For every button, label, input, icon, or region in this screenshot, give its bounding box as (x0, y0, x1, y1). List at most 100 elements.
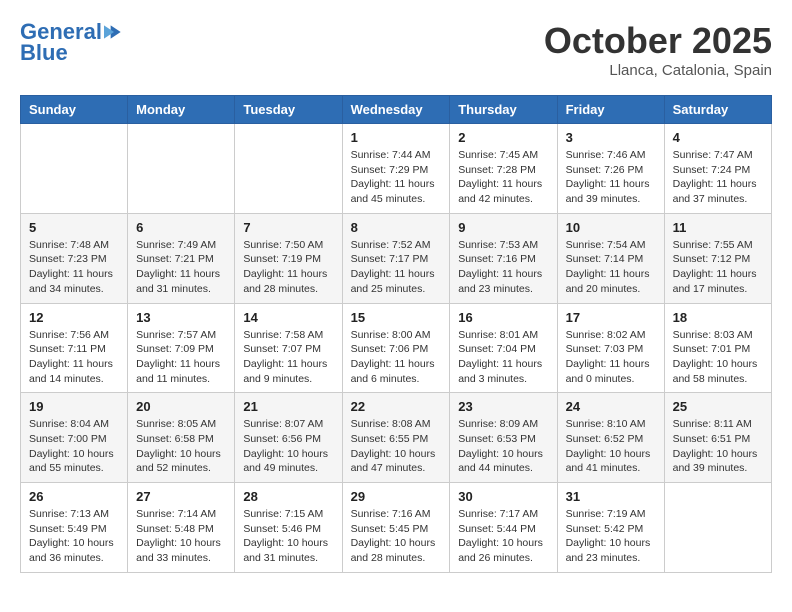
day-info: Sunrise: 7:55 AM Sunset: 7:12 PM Dayligh… (673, 238, 763, 297)
day-info: Sunrise: 7:45 AM Sunset: 7:28 PM Dayligh… (458, 148, 548, 207)
day-info: Sunrise: 7:14 AM Sunset: 5:48 PM Dayligh… (136, 507, 226, 566)
calendar-cell: 16Sunrise: 8:01 AM Sunset: 7:04 PM Dayli… (450, 303, 557, 393)
day-number: 17 (566, 310, 656, 325)
calendar-cell: 13 Sunrise: 7:57 AM Sunset: 7:09 PM Dayli… (128, 303, 235, 393)
day-info: Sunrise: 7:58 AM Sunset: 7:07 PM Dayligh… (243, 328, 333, 387)
day-info: Sunrise: 7:50 AM Sunset: 7:19 PM Dayligh… (243, 238, 333, 297)
day-number: 13 (136, 310, 226, 325)
day-number: 21 (243, 399, 333, 414)
day-info: Sunrise: 7:52 AM Sunset: 7:17 PM Dayligh… (351, 238, 442, 297)
logo: General Blue (20, 20, 124, 66)
calendar-cell: 1Sunrise: 7:44 AM Sunset: 7:29 PM Daylig… (342, 124, 450, 214)
day-number: 23 (458, 399, 548, 414)
calendar-week-3: 12 Sunrise: 7:56 AM Sunset: 7:11 PM Dayli… (21, 303, 772, 393)
calendar-cell: 29 Sunrise: 7:16 AM Sunset: 5:45 PM Dayli… (342, 483, 450, 573)
day-number: 10 (566, 220, 656, 235)
day-info: Sunrise: 8:00 AM Sunset: 7:06 PM Dayligh… (351, 328, 442, 387)
day-info: Sunrise: 8:05 AM Sunset: 6:58 PM Dayligh… (136, 417, 226, 476)
calendar-cell (235, 124, 342, 214)
day-number: 8 (351, 220, 442, 235)
calendar-cell: 4Sunrise: 7:47 AM Sunset: 7:24 PM Daylig… (664, 124, 771, 214)
day-info: Sunrise: 7:13 AM Sunset: 5:49 PM Dayligh… (29, 507, 119, 566)
calendar-cell: 19 Sunrise: 8:04 AM Sunset: 7:00 PM Dayli… (21, 393, 128, 483)
day-info: Sunrise: 8:09 AM Sunset: 6:53 PM Dayligh… (458, 417, 548, 476)
day-info: Sunrise: 7:19 AM Sunset: 5:42 PM Dayligh… (566, 507, 656, 566)
calendar-cell: 15 Sunrise: 8:00 AM Sunset: 7:06 PM Dayli… (342, 303, 450, 393)
day-number: 16 (458, 310, 548, 325)
day-number: 20 (136, 399, 226, 414)
day-info: Sunrise: 7:17 AM Sunset: 5:44 PM Dayligh… (458, 507, 548, 566)
day-info: Sunrise: 8:04 AM Sunset: 7:00 PM Dayligh… (29, 417, 119, 476)
calendar-cell: 10 Sunrise: 7:54 AM Sunset: 7:14 PM Dayli… (557, 213, 664, 303)
day-number: 31 (566, 489, 656, 504)
calendar-cell (128, 124, 235, 214)
calendar-cell: 28Sunrise: 7:15 AM Sunset: 5:46 PM Dayli… (235, 483, 342, 573)
day-info: Sunrise: 7:56 AM Sunset: 7:11 PM Dayligh… (29, 328, 119, 387)
calendar-cell: 20 Sunrise: 8:05 AM Sunset: 6:58 PM Dayli… (128, 393, 235, 483)
day-number: 12 (29, 310, 119, 325)
calendar-cell: 2 Sunrise: 7:45 AM Sunset: 7:28 PM Daylig… (450, 124, 557, 214)
day-number: 4 (673, 130, 763, 145)
calendar-cell: 11Sunrise: 7:55 AM Sunset: 7:12 PM Dayli… (664, 213, 771, 303)
calendar-cell: 24 Sunrise: 8:10 AM Sunset: 6:52 PM Dayli… (557, 393, 664, 483)
location: Llanca, Catalonia, Spain (544, 62, 772, 79)
day-info: Sunrise: 7:46 AM Sunset: 7:26 PM Dayligh… (566, 148, 656, 207)
calendar-week-4: 19 Sunrise: 8:04 AM Sunset: 7:00 PM Dayli… (21, 393, 772, 483)
day-number: 29 (351, 489, 442, 504)
day-number: 6 (136, 220, 226, 235)
day-number: 2 (458, 130, 548, 145)
day-number: 25 (673, 399, 763, 414)
day-header-friday: Friday (557, 96, 664, 124)
day-info: Sunrise: 8:10 AM Sunset: 6:52 PM Dayligh… (566, 417, 656, 476)
calendar-cell: 25 Sunrise: 8:11 AM Sunset: 6:51 PM Dayli… (664, 393, 771, 483)
day-number: 7 (243, 220, 333, 235)
day-number: 26 (29, 489, 119, 504)
calendar-cell: 31 Sunrise: 7:19 AM Sunset: 5:42 PM Dayli… (557, 483, 664, 573)
calendar-cell: 7 Sunrise: 7:50 AM Sunset: 7:19 PM Daylig… (235, 213, 342, 303)
day-number: 28 (243, 489, 333, 504)
calendar-cell: 18 Sunrise: 8:03 AM Sunset: 7:01 PM Dayli… (664, 303, 771, 393)
calendar-cell: 27Sunrise: 7:14 AM Sunset: 5:48 PM Dayli… (128, 483, 235, 573)
day-number: 14 (243, 310, 333, 325)
calendar-cell: 3 Sunrise: 7:46 AM Sunset: 7:26 PM Daylig… (557, 124, 664, 214)
calendar-week-5: 26 Sunrise: 7:13 AM Sunset: 5:49 PM Dayli… (21, 483, 772, 573)
day-info: Sunrise: 8:03 AM Sunset: 7:01 PM Dayligh… (673, 328, 763, 387)
calendar-cell: 5 Sunrise: 7:48 AM Sunset: 7:23 PM Daylig… (21, 213, 128, 303)
calendar-cell: 22Sunrise: 8:08 AM Sunset: 6:55 PM Dayli… (342, 393, 450, 483)
day-number: 9 (458, 220, 548, 235)
calendar-cell: 12 Sunrise: 7:56 AM Sunset: 7:11 PM Dayli… (21, 303, 128, 393)
month-title: October 2025 (544, 20, 772, 62)
day-number: 19 (29, 399, 119, 414)
calendar-week-1: 1Sunrise: 7:44 AM Sunset: 7:29 PM Daylig… (21, 124, 772, 214)
day-info: Sunrise: 7:53 AM Sunset: 7:16 PM Dayligh… (458, 238, 548, 297)
day-info: Sunrise: 7:16 AM Sunset: 5:45 PM Dayligh… (351, 507, 442, 566)
day-header-sunday: Sunday (21, 96, 128, 124)
calendar-cell (664, 483, 771, 573)
day-number: 18 (673, 310, 763, 325)
day-info: Sunrise: 7:48 AM Sunset: 7:23 PM Dayligh… (29, 238, 119, 297)
day-info: Sunrise: 7:49 AM Sunset: 7:21 PM Dayligh… (136, 238, 226, 297)
logo-icon (104, 22, 124, 42)
day-number: 22 (351, 399, 442, 414)
day-info: Sunrise: 7:57 AM Sunset: 7:09 PM Dayligh… (136, 328, 226, 387)
calendar-cell: 6 Sunrise: 7:49 AM Sunset: 7:21 PM Daylig… (128, 213, 235, 303)
day-number: 24 (566, 399, 656, 414)
day-header-monday: Monday (128, 96, 235, 124)
calendar-table: SundayMondayTuesdayWednesdayThursdayFrid… (20, 95, 772, 573)
calendar-cell: 17Sunrise: 8:02 AM Sunset: 7:03 PM Dayli… (557, 303, 664, 393)
day-number: 3 (566, 130, 656, 145)
day-info: Sunrise: 7:54 AM Sunset: 7:14 PM Dayligh… (566, 238, 656, 297)
day-number: 15 (351, 310, 442, 325)
calendar-cell: 26 Sunrise: 7:13 AM Sunset: 5:49 PM Dayli… (21, 483, 128, 573)
calendar-cell: 8 Sunrise: 7:52 AM Sunset: 7:17 PM Daylig… (342, 213, 450, 303)
day-header-tuesday: Tuesday (235, 96, 342, 124)
day-info: Sunrise: 8:11 AM Sunset: 6:51 PM Dayligh… (673, 417, 763, 476)
calendar-cell: 23 Sunrise: 8:09 AM Sunset: 6:53 PM Dayli… (450, 393, 557, 483)
day-header-saturday: Saturday (664, 96, 771, 124)
calendar-week-2: 5 Sunrise: 7:48 AM Sunset: 7:23 PM Daylig… (21, 213, 772, 303)
day-number: 5 (29, 220, 119, 235)
calendar-cell: 21Sunrise: 8:07 AM Sunset: 6:56 PM Dayli… (235, 393, 342, 483)
calendar-cell: 30Sunrise: 7:17 AM Sunset: 5:44 PM Dayli… (450, 483, 557, 573)
day-header-thursday: Thursday (450, 96, 557, 124)
day-info: Sunrise: 7:44 AM Sunset: 7:29 PM Dayligh… (351, 148, 442, 207)
